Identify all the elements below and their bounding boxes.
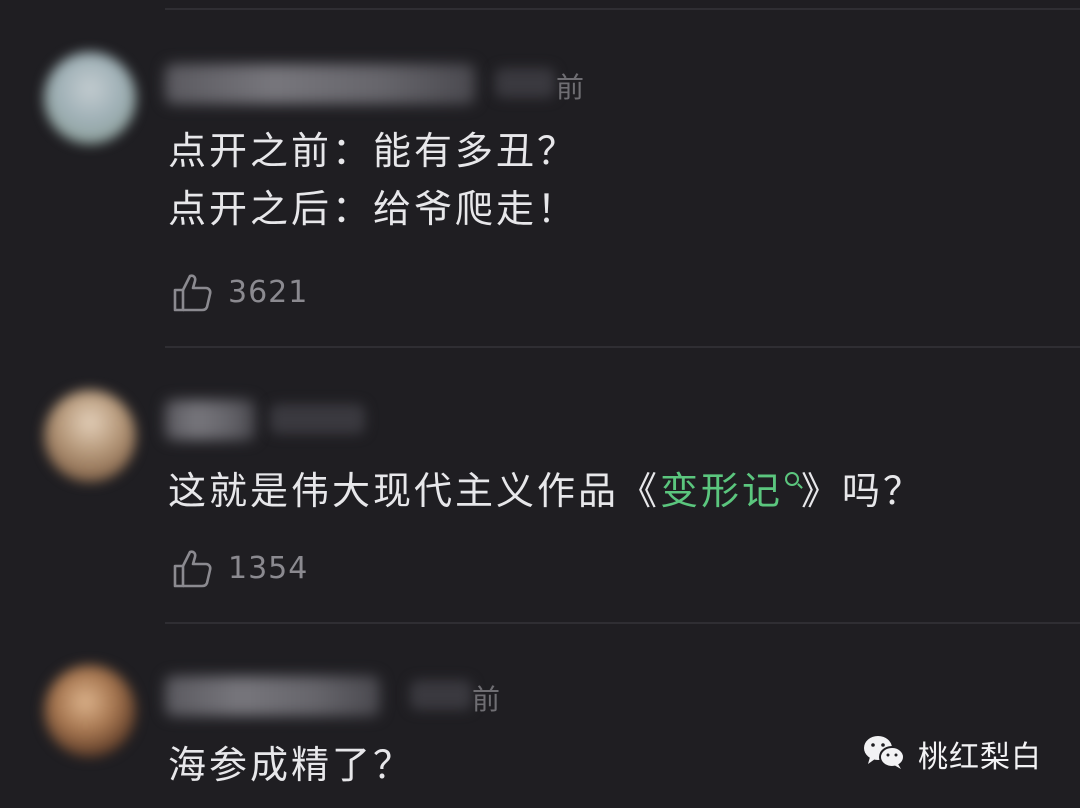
comment-line: 点开之前：能有多丑？: [168, 129, 579, 173]
comment-text-after: 》吗？: [801, 469, 925, 513]
comment-feed: 前 点开之前：能有多丑？ 点开之后：给爷爬走！ 3621 这就是伟大现代主义作品…: [0, 0, 1080, 808]
comment-line: 海参成精了？: [168, 743, 415, 787]
divider: [165, 622, 1080, 624]
comment-text: 海参成精了？: [168, 736, 414, 794]
timestamp-blurred: [270, 404, 365, 434]
username-blurred[interactable]: [165, 400, 255, 440]
username-blurred[interactable]: [165, 676, 380, 716]
username-blurred[interactable]: [165, 64, 475, 104]
comment-text: 点开之前：能有多丑？ 点开之后：给爷爬走！: [168, 122, 578, 238]
like-count: 3621: [228, 274, 309, 310]
comment-line: 点开之后：给爷爬走！: [168, 187, 579, 231]
search-icon: [785, 472, 800, 486]
timestamp-suffix: 前: [472, 683, 501, 716]
thumbs-up-icon: [170, 270, 214, 314]
like-button[interactable]: 1354: [170, 546, 308, 590]
divider: [165, 8, 1080, 10]
timestamp-blurred: [495, 68, 555, 98]
avatar[interactable]: [44, 665, 136, 757]
comment-text: 这就是伟大现代主义作品《变形记 》吗？: [168, 462, 924, 520]
watermark: 桃红梨白: [862, 732, 1042, 776]
keyword-search-link-label: 变形记: [660, 469, 784, 513]
like-button[interactable]: 3621: [170, 270, 308, 314]
avatar[interactable]: [44, 390, 136, 482]
keyword-search-link[interactable]: 变形记: [660, 469, 801, 513]
like-count: 1354: [228, 550, 309, 586]
avatar[interactable]: [44, 52, 136, 144]
timestamp-blurred: [410, 680, 472, 710]
comment-text-before: 这就是伟大现代主义作品《: [168, 469, 661, 513]
divider: [165, 346, 1080, 348]
wechat-icon: [862, 733, 906, 775]
thumbs-up-icon: [170, 546, 214, 590]
timestamp-suffix: 前: [556, 71, 585, 104]
watermark-label: 桃红梨白: [918, 740, 1042, 775]
